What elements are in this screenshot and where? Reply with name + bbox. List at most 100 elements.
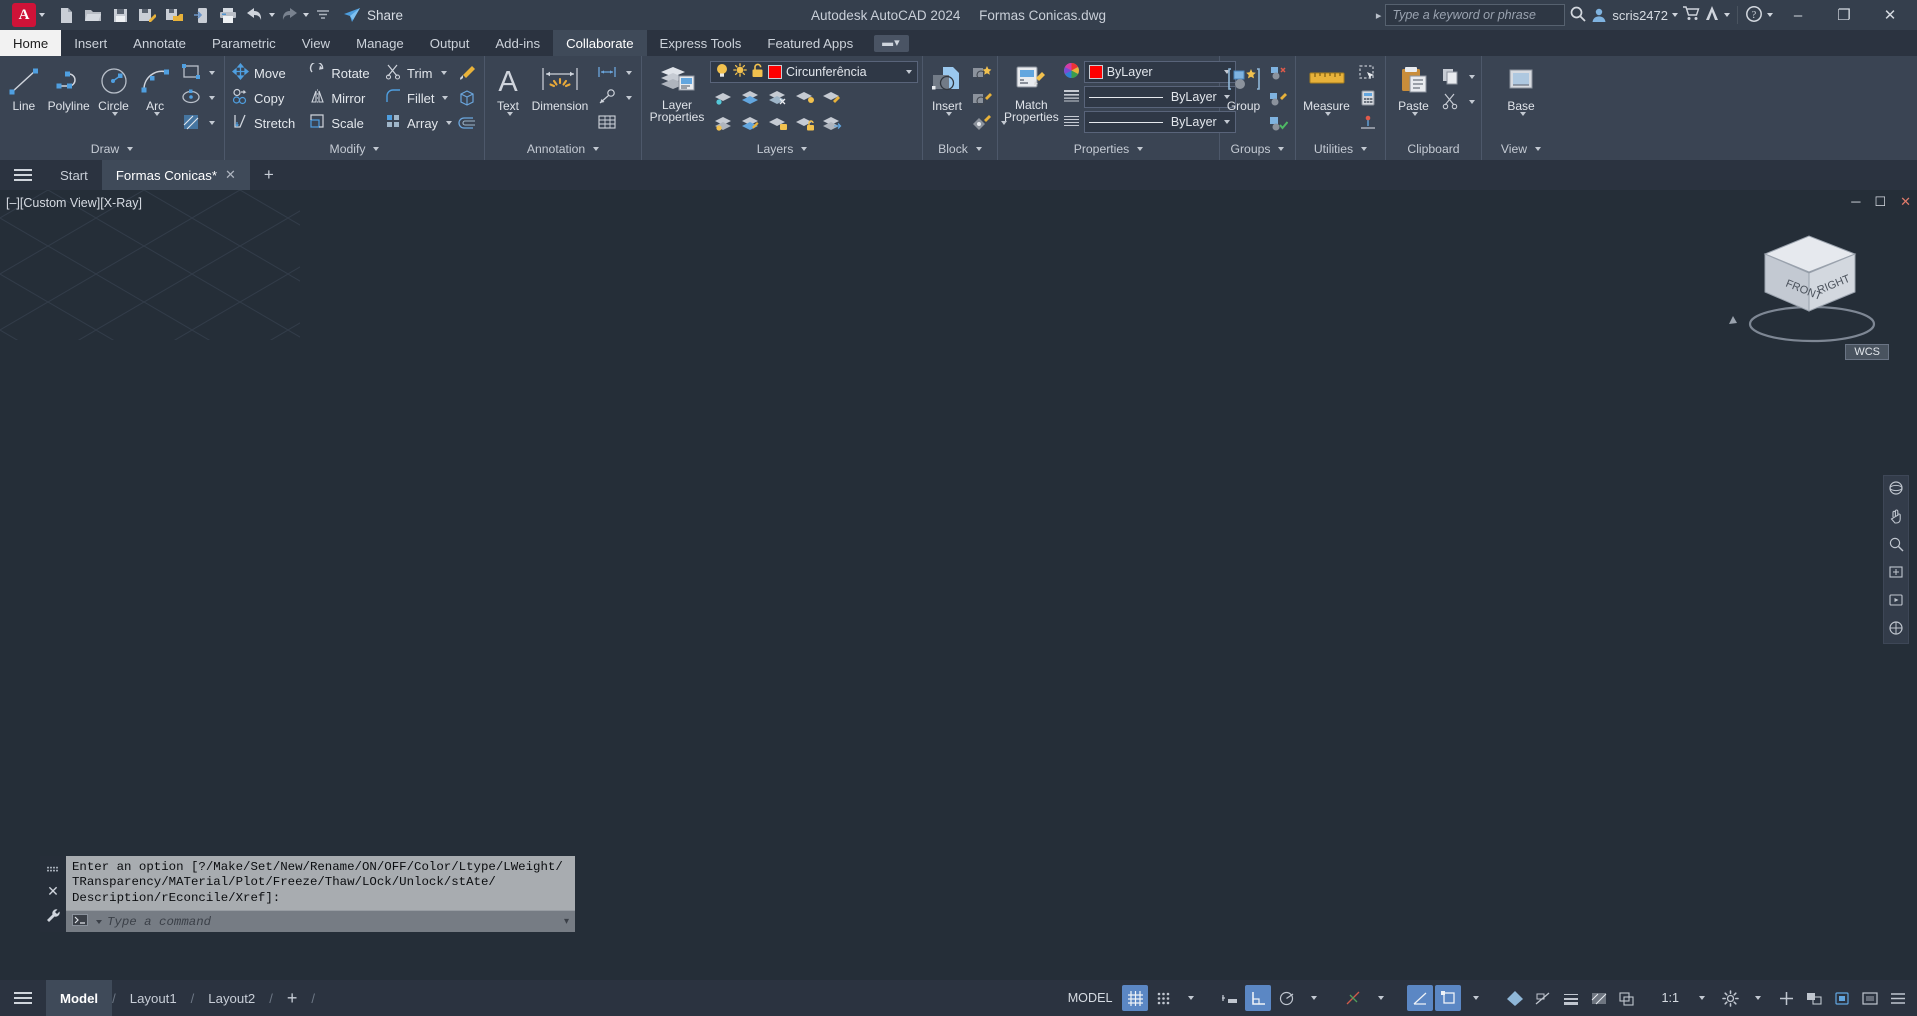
layer-isolate-icon[interactable] bbox=[710, 85, 736, 109]
annotation-scale-dropdown-icon[interactable] bbox=[1689, 985, 1715, 1011]
annotation-text-button[interactable]: A Text bbox=[489, 61, 527, 119]
layer-unlock-icon[interactable] bbox=[791, 111, 817, 135]
draw-hatch-button[interactable] bbox=[178, 111, 220, 135]
color-wheel-icon[interactable] bbox=[1063, 62, 1080, 82]
hatch-dropdown-icon[interactable] bbox=[209, 121, 216, 125]
linetype-control-dropdown[interactable]: ByLayer bbox=[1083, 86, 1236, 108]
open-file-icon[interactable] bbox=[80, 2, 106, 28]
layer-color-swatch[interactable] bbox=[768, 65, 782, 79]
osnap-tracking-dropdown-icon[interactable] bbox=[1463, 985, 1489, 1011]
color-control-dropdown[interactable]: ByLayer bbox=[1083, 61, 1236, 83]
search-input[interactable]: Type a keyword or phrase bbox=[1385, 4, 1566, 26]
paste-dropdown-icon[interactable] bbox=[1412, 112, 1418, 116]
ribbon-tab-insert[interactable]: Insert bbox=[61, 30, 120, 56]
ribbon-tab-collaborate[interactable]: Collaborate bbox=[553, 30, 647, 56]
panel-annotation-expand-icon[interactable] bbox=[593, 147, 600, 151]
open-from-web-icon[interactable] bbox=[188, 2, 214, 28]
layer-unisolate-icon[interactable] bbox=[737, 85, 763, 109]
modify-copy-button[interactable]: Copy bbox=[229, 86, 306, 110]
draw-circle-button[interactable]: Circle bbox=[94, 61, 134, 119]
panel-modify-expand-icon[interactable] bbox=[373, 147, 380, 151]
command-expand-icon[interactable]: ▾ bbox=[564, 916, 569, 927]
shopping-cart-icon[interactable] bbox=[1682, 5, 1700, 25]
fillet-dropdown-icon[interactable] bbox=[442, 96, 449, 100]
circle-dropdown-icon[interactable] bbox=[112, 112, 118, 116]
copy-clip-button[interactable] bbox=[1439, 65, 1477, 89]
ribbon-tab-view[interactable]: View bbox=[289, 30, 343, 56]
cut-clip-button[interactable] bbox=[1439, 90, 1477, 114]
dynamic-input-icon[interactable] bbox=[1530, 985, 1556, 1011]
ortho-mode-icon[interactable] bbox=[1245, 985, 1272, 1011]
pan-hand-icon[interactable] bbox=[1888, 508, 1904, 527]
grip-icon[interactable] bbox=[46, 860, 60, 875]
modify-array-button[interactable]: Array bbox=[382, 111, 453, 135]
space-indicator[interactable]: MODEL bbox=[1060, 991, 1121, 1005]
layout-tab-layout1[interactable]: Layout1 bbox=[116, 980, 191, 1016]
steering-wheel-icon[interactable] bbox=[1888, 620, 1904, 639]
plot-icon[interactable] bbox=[215, 2, 241, 28]
share-button[interactable]: Share bbox=[343, 7, 403, 23]
3d-object-snap-icon[interactable] bbox=[1407, 985, 1434, 1011]
command-input[interactable]: Type a command ▾ bbox=[66, 910, 575, 932]
edit-block-icon[interactable] bbox=[969, 86, 995, 110]
draw-rectangle-button[interactable] bbox=[178, 61, 220, 85]
annotation-dimension-button[interactable]: Dimension bbox=[529, 61, 591, 115]
layer-lock-icon[interactable] bbox=[764, 111, 790, 135]
orbit-icon[interactable] bbox=[1888, 480, 1904, 499]
paste-button[interactable]: Paste bbox=[1390, 61, 1437, 119]
redo-icon[interactable] bbox=[276, 2, 302, 28]
layer-previous-icon[interactable] bbox=[710, 111, 736, 135]
lineweight-control-dropdown[interactable]: ByLayer bbox=[1083, 111, 1236, 133]
object-snap-dropdown-icon[interactable] bbox=[1368, 985, 1394, 1011]
layer-merge-icon[interactable] bbox=[818, 111, 844, 135]
app-menu-button[interactable]: A bbox=[0, 3, 45, 27]
linetype-icon[interactable] bbox=[1063, 87, 1080, 107]
viewport-minimize-icon[interactable]: ─ bbox=[1851, 194, 1860, 210]
customize-qat-icon[interactable] bbox=[310, 2, 336, 28]
help-dropdown-icon[interactable] bbox=[1767, 13, 1773, 17]
workspace-dropdown-icon[interactable] bbox=[1745, 985, 1771, 1011]
drawing-canvas[interactable]: [–][Custom View][X-Ray] ─ ☐ ✕ Z Y X FRON… bbox=[0, 190, 1917, 980]
ribbon-overflow-button[interactable]: ▬▾ bbox=[866, 30, 917, 56]
panel-properties-expand-icon[interactable] bbox=[1137, 147, 1144, 151]
add-layout-button[interactable]: + bbox=[273, 980, 312, 1016]
layer-properties-button[interactable]: Layer Properties bbox=[646, 60, 708, 126]
create-block-icon[interactable] bbox=[969, 61, 995, 85]
transparency-icon[interactable] bbox=[1586, 985, 1612, 1011]
save-as-icon[interactable] bbox=[134, 2, 160, 28]
ribbon-tab-featured-apps[interactable]: Featured Apps bbox=[754, 30, 866, 56]
layer-control-dropdown[interactable]: Circunferência bbox=[710, 61, 918, 83]
viewport-restore-icon[interactable]: ☐ bbox=[1874, 194, 1886, 210]
polar-dropdown-icon[interactable] bbox=[1301, 985, 1327, 1011]
close-icon[interactable]: ✕ bbox=[225, 167, 236, 183]
ribbon-tab-add-ins[interactable]: Add-ins bbox=[482, 30, 553, 56]
draw-polyline-button[interactable]: Polyline bbox=[46, 61, 92, 115]
ellipse-dropdown-icon[interactable] bbox=[209, 96, 216, 100]
block-insert-button[interactable]: Insert bbox=[927, 61, 967, 119]
panel-block-expand-icon[interactable] bbox=[975, 147, 982, 151]
measure-button[interactable]: Measure bbox=[1300, 61, 1353, 119]
new-file-icon[interactable] bbox=[53, 2, 79, 28]
snap-mode-icon[interactable] bbox=[1150, 985, 1176, 1011]
quick-calc-icon[interactable] bbox=[1355, 86, 1381, 110]
ribbon-tab-express-tools[interactable]: Express Tools bbox=[647, 30, 755, 56]
layout-tab-layout2[interactable]: Layout2 bbox=[194, 980, 269, 1016]
modify-rotate-button[interactable]: Rotate bbox=[306, 61, 382, 85]
sun-icon[interactable] bbox=[733, 63, 747, 81]
close-button[interactable]: ✕ bbox=[1869, 0, 1911, 30]
wrench-icon[interactable] bbox=[45, 908, 61, 927]
undo-dropdown-icon[interactable] bbox=[269, 13, 275, 17]
autodesk-dropdown-icon[interactable] bbox=[1724, 13, 1730, 17]
ribbon-tab-home[interactable]: Home bbox=[0, 30, 62, 56]
base-view-dropdown-icon[interactable] bbox=[1519, 112, 1526, 116]
modify-scale-button[interactable]: Scale bbox=[306, 111, 382, 135]
trim-dropdown-icon[interactable] bbox=[440, 71, 447, 75]
lineweight-display-icon[interactable] bbox=[1558, 985, 1584, 1011]
match-properties-button[interactable]: Match Properties bbox=[1002, 60, 1061, 126]
file-tab-menu-icon[interactable] bbox=[0, 160, 46, 190]
panel-draw-expand-icon[interactable] bbox=[127, 147, 134, 151]
panel-view-expand-icon[interactable] bbox=[1535, 147, 1542, 151]
id-point-icon[interactable] bbox=[1355, 111, 1381, 135]
copy-clip-dropdown-icon[interactable] bbox=[1469, 75, 1475, 79]
polar-tracking-icon[interactable] bbox=[1273, 985, 1299, 1011]
